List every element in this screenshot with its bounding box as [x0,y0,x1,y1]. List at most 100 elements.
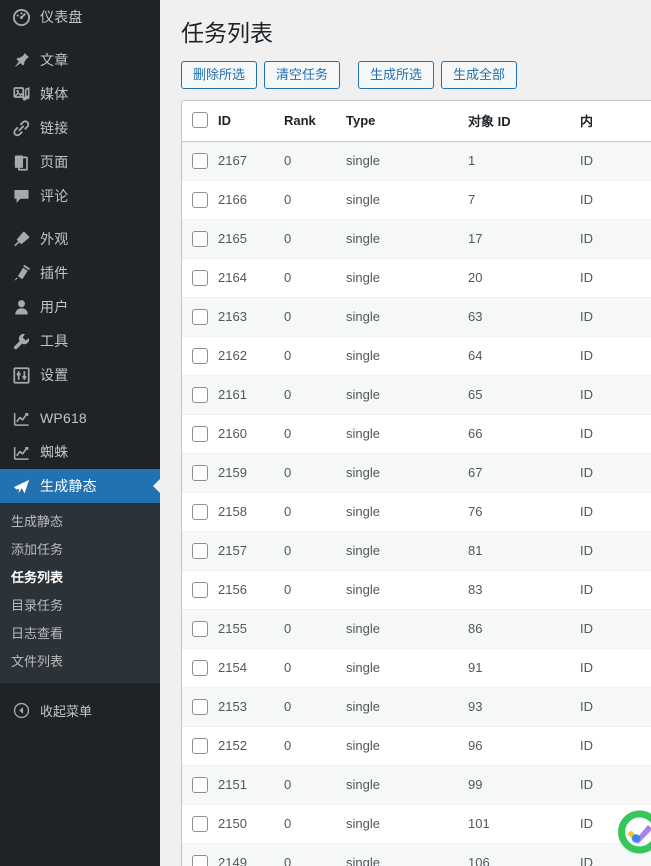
row-checkbox[interactable] [192,269,208,286]
cell-id: 2151 [218,765,284,805]
sidebar-item-tools[interactable]: 工具 [0,324,160,358]
header-id[interactable]: ID [218,100,284,142]
collapse-menu-label: 收起菜单 [40,703,93,719]
table-row: 2154 0 single 91 ID [182,648,651,688]
cell-type: single [346,687,468,727]
cell-content: ID [580,570,651,610]
cell-content: ID [580,219,651,259]
chart-icon [11,442,31,462]
cell-id: 2160 [218,414,284,454]
cell-object-id: 81 [468,531,580,571]
row-checkbox[interactable] [192,581,208,598]
row-checkbox[interactable] [192,308,208,325]
cell-object-id: 86 [468,609,580,649]
cell-object-id: 63 [468,297,580,337]
cell-id: 2162 [218,336,284,376]
cell-object-id: 76 [468,492,580,532]
row-checkbox[interactable] [192,152,208,169]
submenu-item-generate-static[interactable]: 生成静态 [0,508,160,536]
row-checkbox[interactable] [192,815,208,832]
row-checkbox[interactable] [192,425,208,442]
generate-selected-button[interactable]: 生成所选 [358,60,435,89]
row-select-cell [182,375,218,415]
sidebar-item-wp618[interactable]: WP618 [0,401,160,435]
sidebar-separator [0,213,160,222]
cell-rank: 0 [284,492,346,532]
table-row: 2158 0 single 76 ID [182,492,651,532]
cell-object-id: 93 [468,687,580,727]
delete-selected-button[interactable]: 删除所选 [181,60,258,89]
submenu-item-task-list[interactable]: 任务列表 [0,564,160,592]
main-content: 任务列表 删除所选 清空任务 生成所选 生成全部 ID Rank Type 对象 ID… [160,0,651,866]
page-icon [11,152,31,172]
plugin-icon [11,263,31,283]
cell-id: 2167 [218,141,284,181]
cell-id: 2159 [218,453,284,493]
row-checkbox[interactable] [192,386,208,403]
submenu-item-directory-task[interactable]: 目录任务 [0,592,160,620]
select-all-checkbox[interactable] [192,112,208,129]
row-checkbox[interactable] [192,230,208,247]
cell-type: single [346,492,468,532]
row-select-cell [182,843,218,866]
sidebar-item-settings[interactable]: 设置 [0,358,160,392]
sidebar-item-spider[interactable]: 蜘蛛 [0,435,160,469]
row-checkbox[interactable] [192,776,208,793]
sidebar-item-label: 用户 [40,299,69,315]
table-row: 2165 0 single 17 ID [182,219,651,259]
table-row: 2155 0 single 86 ID [182,609,651,649]
row-checkbox[interactable] [192,620,208,637]
cell-type: single [346,648,468,688]
row-select-cell [182,570,218,610]
row-checkbox[interactable] [192,659,208,676]
row-checkbox[interactable] [192,854,208,866]
cell-object-id: 99 [468,765,580,805]
cell-rank: 0 [284,726,346,766]
table-row: 2150 0 single 101 ID [182,804,651,844]
sidebar-item-users[interactable]: 用户 [0,290,160,324]
submenu-item-file-list[interactable]: 文件列表 [0,648,160,676]
sidebar-item-static-generate[interactable]: 生成静态 [0,469,160,503]
cell-object-id: 66 [468,414,580,454]
sidebar-item-appearance[interactable]: 外观 [0,222,160,256]
header-type[interactable]: Type [346,100,468,142]
table-row: 2149 0 single 106 ID [182,843,651,866]
sidebar-item-comments[interactable]: 评论 [0,179,160,213]
sidebar-item-label: 蜘蛛 [40,444,69,460]
row-checkbox[interactable] [192,737,208,754]
table-row: 2156 0 single 83 ID [182,570,651,610]
cell-object-id: 106 [468,843,580,866]
cell-object-id: 83 [468,570,580,610]
header-object-id[interactable]: 对象 ID [468,100,580,142]
task-table-body: 2167 0 single 1 ID 2166 0 single 7 ID 2165 0 single 1… [182,141,651,866]
collapse-menu-button[interactable]: 收起菜单 [0,693,160,727]
row-checkbox[interactable] [192,503,208,520]
table-row: 2164 0 single 20 ID [182,258,651,298]
sidebar-item-links[interactable]: 链接 [0,111,160,145]
sidebar-item-media[interactable]: 媒体 [0,77,160,111]
cell-type: single [346,375,468,415]
header-content[interactable]: 内 [580,100,651,142]
cell-type: single [346,453,468,493]
row-checkbox[interactable] [192,542,208,559]
submenu-item-add-task[interactable]: 添加任务 [0,536,160,564]
cell-rank: 0 [284,648,346,688]
row-select-cell [182,648,218,688]
sidebar-item-plugins[interactable]: 插件 [0,256,160,290]
sidebar-item-pages[interactable]: 页面 [0,145,160,179]
row-checkbox[interactable] [192,347,208,364]
clear-tasks-button[interactable]: 清空任务 [264,60,341,89]
row-checkbox[interactable] [192,464,208,481]
row-checkbox[interactable] [192,698,208,715]
table-row: 2153 0 single 93 ID [182,687,651,727]
cell-content: ID [580,258,651,298]
sidebar-item-dashboard[interactable]: 仪表盘 [0,0,160,34]
generate-all-button[interactable]: 生成全部 [441,60,518,89]
submenu-item-log-view[interactable]: 日志查看 [0,620,160,648]
cell-object-id: 67 [468,453,580,493]
sidebar-item-posts[interactable]: 文章 [0,43,160,77]
cell-content: ID [580,609,651,649]
task-table-container: ID Rank Type 对象 ID 内 2167 0 single 1 ID 2166 0… [181,99,651,866]
row-checkbox[interactable] [192,191,208,208]
header-rank[interactable]: Rank [284,100,346,142]
